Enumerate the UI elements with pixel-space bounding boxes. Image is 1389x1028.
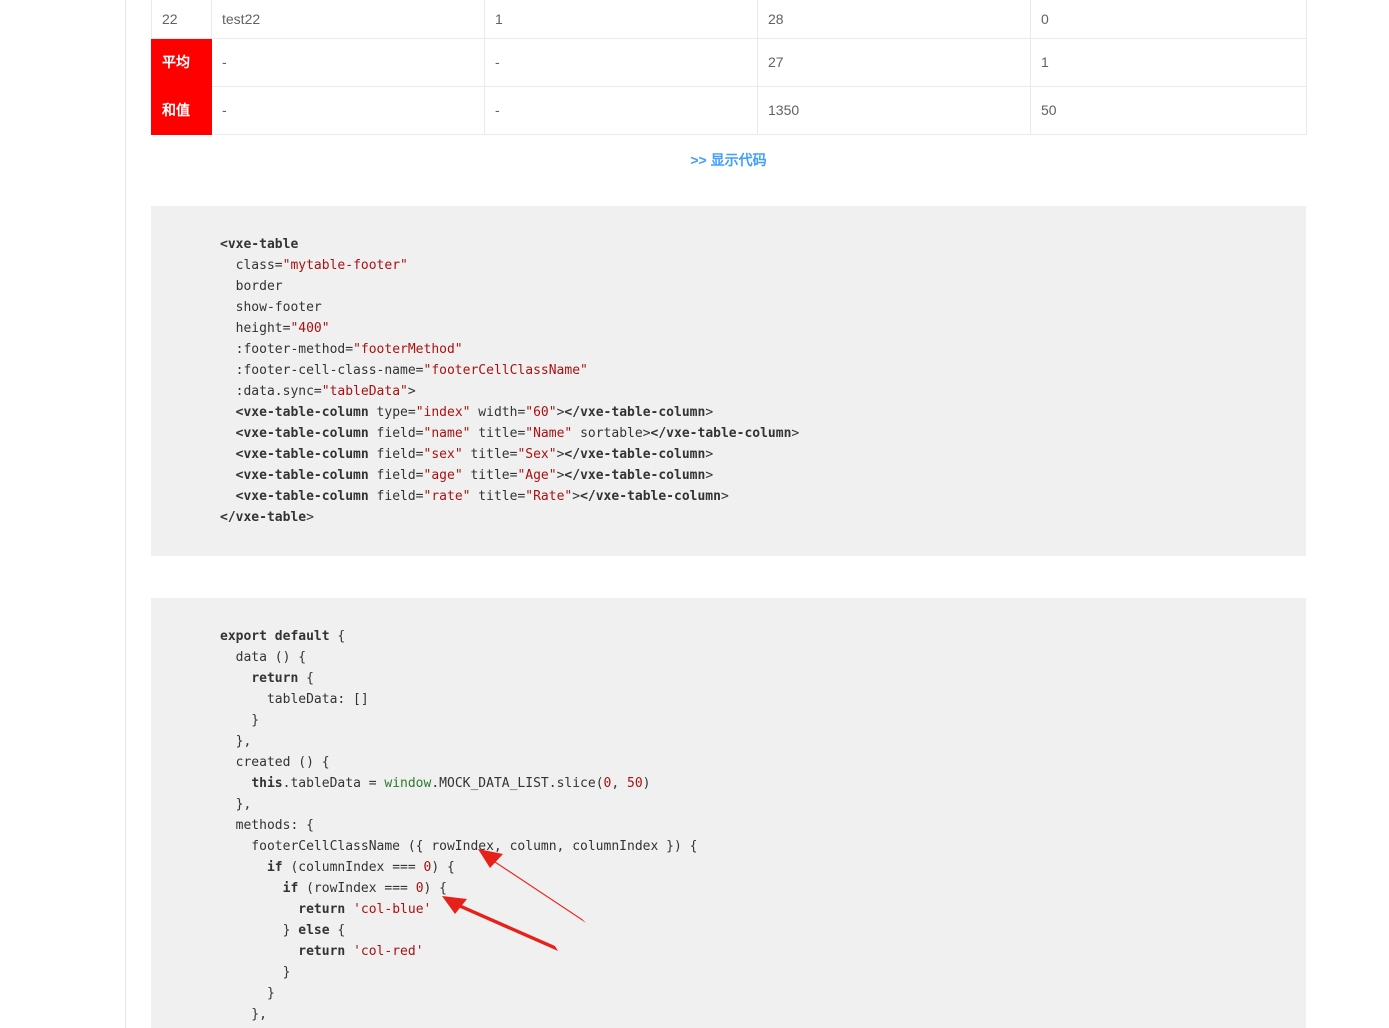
code-line: <vxe-table <box>220 237 299 252</box>
code-line: return 'col-red' <box>298 944 424 959</box>
code-line: } <box>220 986 275 1001</box>
code-line: export default { <box>220 629 346 644</box>
code-line: } else { <box>220 923 346 938</box>
footer-label-sum: 和值 <box>151 85 212 135</box>
code-line: this.tableData = window.MOCK_DATA_LIST.s… <box>251 776 651 791</box>
table-row: 22 test22 1 28 0 <box>151 0 1307 39</box>
show-code-link[interactable]: >> 显示代码 <box>0 150 1389 170</box>
footer-cell: 1 <box>1030 37 1307 87</box>
code-line: <vxe-table-column type="index" width="60… <box>235 405 714 420</box>
footer-label-average: 平均 <box>151 37 212 87</box>
code-line: }, <box>220 797 252 812</box>
code-line: }, <box>220 734 252 749</box>
footer-row-average: 平均 - - 27 1 <box>151 37 1307 87</box>
code-line: <vxe-table-column field="age" title="Age… <box>235 468 714 483</box>
code-line: <vxe-table-column field="rate" title="Ra… <box>235 489 729 504</box>
code-line: } <box>220 713 260 728</box>
footer-row-sum: 和值 - - 1350 50 <box>151 85 1307 135</box>
code-line: created () { <box>220 755 330 770</box>
code-line: :footer-method="footerMethod" <box>220 342 463 357</box>
code-line: methods: { <box>220 818 314 833</box>
code-line: if (rowIndex === 0) { <box>282 881 447 896</box>
code-line: :data.sync="tableData"> <box>220 384 416 399</box>
data-table: 22 test22 1 28 0 平均 - - 27 1 和值 - - 1350… <box>151 0 1307 135</box>
template-code-block: <vxe-table class="mytable-footer" border… <box>151 206 1306 556</box>
footer-cell: 1350 <box>757 85 1031 135</box>
code-line: :footer-cell-class-name="footerCellClass… <box>220 363 588 378</box>
code-line: tableData: [] <box>220 692 369 707</box>
footer-cell: 50 <box>1030 85 1307 135</box>
footer-cell: 27 <box>757 37 1031 87</box>
code-line: if (columnIndex === 0) { <box>266 860 455 875</box>
code-line: footerCellClassName ({ rowIndex, column,… <box>220 839 698 854</box>
code-line: return { <box>251 671 314 686</box>
code-line: } <box>220 965 291 980</box>
footer-cell: - <box>484 85 758 135</box>
name-cell: test22 <box>211 0 485 39</box>
code-line: class="mytable-footer" <box>220 258 408 273</box>
footer-cell: - <box>484 37 758 87</box>
code-line: <vxe-table-column field="sex" title="Sex… <box>235 447 714 462</box>
rate-cell: 0 <box>1030 0 1307 39</box>
sex-cell: 1 <box>484 0 758 39</box>
code-line: height="400" <box>220 321 330 336</box>
footer-cell: - <box>211 85 485 135</box>
code-line: </vxe-table> <box>220 510 314 525</box>
footer-cell: - <box>211 37 485 87</box>
code-line: data () { <box>220 650 307 665</box>
code-line: return 'col-blue' <box>298 902 432 917</box>
index-cell: 22 <box>151 0 212 39</box>
code-line: border <box>220 279 283 294</box>
code-line: <vxe-table-column field="name" title="Na… <box>235 426 800 441</box>
code-line: show-footer <box>220 300 322 315</box>
code-line: }, <box>220 1007 267 1022</box>
script-code-block: export default { data () { return { tabl… <box>151 598 1306 1028</box>
age-cell: 28 <box>757 0 1031 39</box>
